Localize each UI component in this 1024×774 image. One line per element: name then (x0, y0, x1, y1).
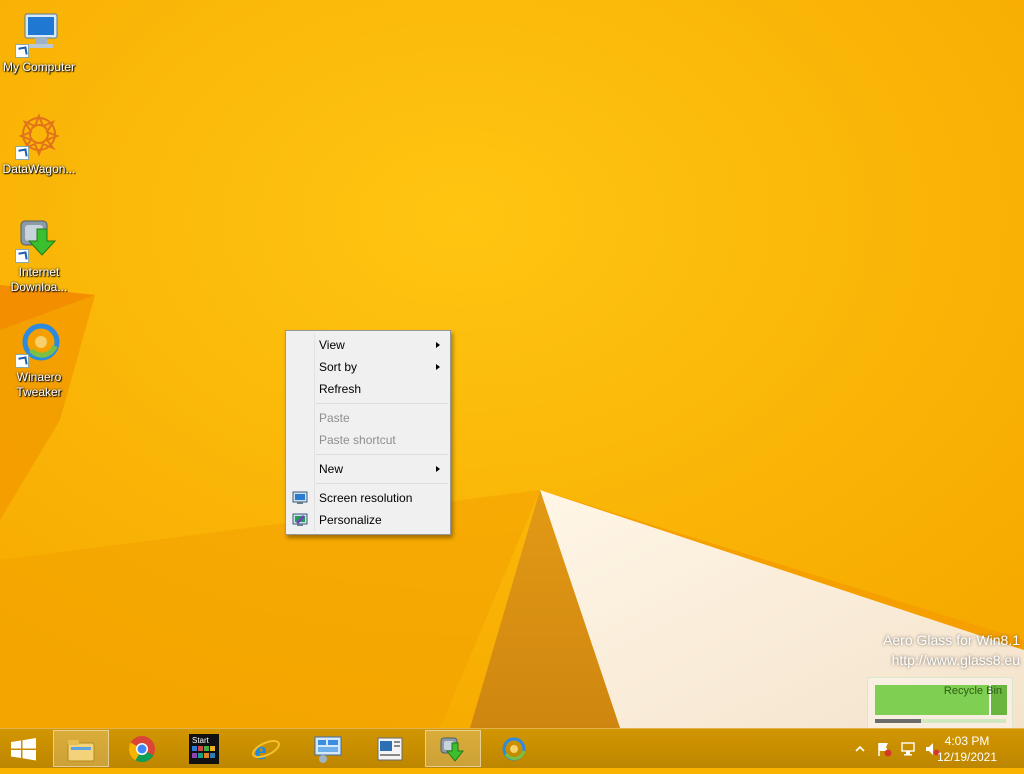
shortcut-arrow-icon (15, 249, 29, 263)
desktop-icon-internet-download-manager[interactable]: Internet Downloa... (1, 215, 77, 295)
taskbar-document-viewer[interactable] (363, 730, 419, 767)
winaero-tweaker-icon (502, 737, 526, 761)
menu-item-label: Screen resolution (319, 491, 413, 505)
taskbar-chrome[interactable] (115, 730, 171, 767)
datawagon-icon (15, 112, 63, 160)
menu-separator (316, 403, 448, 404)
menu-item-label: Personalize (319, 513, 382, 527)
desktop-icon-label: Internet Downloa... (10, 265, 68, 294)
start-app-icon: Start (189, 734, 219, 764)
submenu-arrow-icon (436, 364, 440, 370)
desktop-context-menu: View Sort by Refresh Paste Paste shortcu… (285, 330, 451, 535)
internet-download-manager-icon (15, 215, 63, 263)
system-tray: 4:03 PM 12/19/2021 (844, 729, 1024, 769)
svg-text:e: e (255, 736, 267, 764)
personalize-icon (292, 513, 308, 526)
gadget-progress (875, 719, 1006, 723)
shortcut-arrow-icon (15, 146, 29, 160)
screen-resolution-icon (292, 491, 308, 504)
watermark-line-2: http://www.glass8.eu (891, 652, 1020, 668)
menu-item-sort-by[interactable]: Sort by (286, 356, 450, 378)
my-computer-icon (15, 10, 63, 58)
watermark-line-1: Aero Glass for Win8.1 (883, 632, 1020, 648)
start-button[interactable] (0, 729, 48, 769)
desktop-icon-my-computer[interactable]: My Computer (1, 10, 77, 75)
chrome-icon (128, 736, 155, 763)
menu-item-label: View (319, 338, 345, 352)
shortcut-arrow-icon (15, 354, 29, 368)
taskbar-file-explorer[interactable] (53, 730, 109, 767)
menu-item-paste: Paste (286, 407, 450, 429)
show-hidden-icons-chevron[interactable] (852, 741, 868, 757)
idm-drop-target-gadget[interactable]: Recycle Bin (867, 677, 1013, 728)
winaero-tweaker-icon (15, 320, 63, 368)
action-center-flag-icon[interactable] (876, 741, 892, 757)
menu-item-new[interactable]: New (286, 458, 450, 480)
gadget-label: Recycle Bin (943, 685, 1002, 697)
menu-item-refresh[interactable]: Refresh (286, 378, 450, 400)
windows-logo-icon (11, 738, 36, 761)
desktop-icon-label: My Computer (2, 60, 76, 74)
wallpaper (0, 0, 1024, 728)
clock-date: 12/19/2021 (936, 750, 998, 764)
menu-item-personalize[interactable]: Personalize (286, 509, 450, 531)
menu-item-paste-shortcut: Paste shortcut (286, 429, 450, 451)
menu-separator (316, 483, 448, 484)
taskbar-internet-explorer[interactable]: e (239, 730, 295, 767)
desktop-icon-winaero-tweaker[interactable]: Winaero Tweaker (1, 320, 77, 400)
taskbar: Start e 4:03 PM 12/19/2021 (0, 728, 1024, 768)
desktop-icon-label: Winaero Tweaker (16, 370, 62, 399)
aero-glass-watermark: Aero Glass for Win8.1 http://www.glass8.… (883, 630, 1020, 670)
menu-item-label: Paste shortcut (319, 433, 396, 447)
submenu-arrow-icon (436, 466, 440, 472)
control-panel-icon (314, 736, 342, 763)
taskbar-internet-download-manager[interactable] (425, 730, 481, 767)
taskbar-control-panel[interactable] (301, 730, 357, 767)
internet-download-manager-icon (440, 737, 465, 762)
submenu-arrow-icon (436, 342, 440, 348)
desktop-icon-datawagon[interactable]: DataWagon... (1, 112, 77, 177)
file-explorer-icon (67, 740, 95, 762)
document-icon (377, 737, 403, 761)
gadget-progress-fill (875, 719, 921, 723)
menu-separator (316, 454, 448, 455)
internet-explorer-icon: e (252, 736, 280, 764)
desktop[interactable]: My Computer DataWagon... Internet Downlo… (0, 0, 1024, 728)
network-icon[interactable] (900, 741, 916, 757)
taskbar-start-app[interactable]: Start (177, 730, 233, 767)
menu-item-view[interactable]: View (286, 334, 450, 356)
menu-item-label: Paste (319, 411, 350, 425)
shortcut-arrow-icon (15, 44, 29, 58)
taskbar-winaero-tweaker[interactable] (487, 730, 543, 767)
menu-item-label: Sort by (319, 360, 358, 374)
clock[interactable]: 4:03 PM 12/19/2021 (932, 733, 1002, 765)
clock-time: 4:03 PM (944, 734, 990, 748)
desktop-icon-label: DataWagon... (2, 162, 76, 176)
menu-item-screen-resolution[interactable]: Screen resolution (286, 487, 450, 509)
menu-item-label: New (319, 462, 344, 476)
menu-item-label: Refresh (319, 382, 362, 396)
start-app-label: Start (192, 736, 210, 745)
